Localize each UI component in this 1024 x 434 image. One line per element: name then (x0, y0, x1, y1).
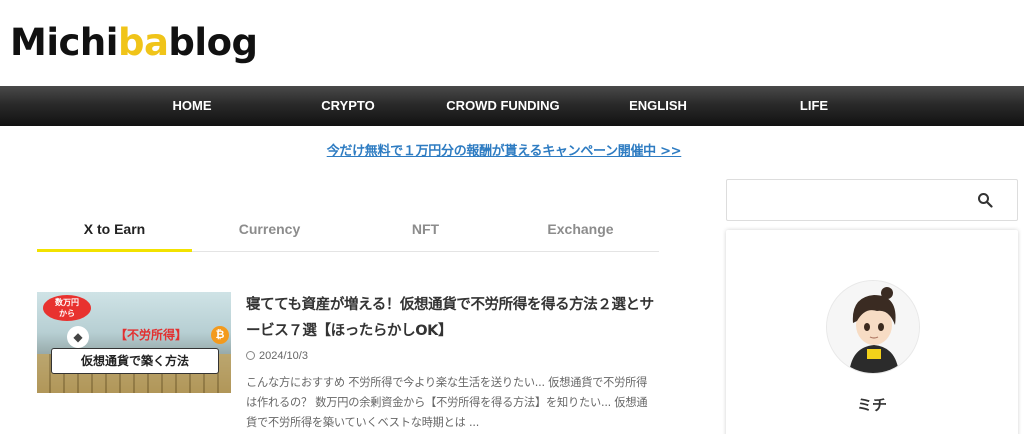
logo-text-accent: ba (117, 21, 169, 64)
logo-text-2: blog (168, 21, 258, 64)
nav-item-life[interactable]: LIFE (734, 86, 894, 126)
tab-exchange[interactable]: Exchange (503, 210, 658, 252)
search-input[interactable] (733, 186, 973, 214)
search-icon[interactable] (977, 192, 993, 208)
category-tabs: X to Earn Currency NFT Exchange (37, 210, 659, 252)
post-date: 2024/10/3 (246, 350, 308, 362)
logo-text-1: Michi (10, 21, 118, 64)
nav-item-english[interactable]: ENGLISH (578, 86, 738, 126)
tab-nft[interactable]: NFT (348, 210, 503, 252)
site-logo[interactable]: Michibablog (10, 24, 258, 61)
post-excerpt: こんな方におすすめ 不労所得で今より楽な生活を送りたい... 仮想通貨で不労所得… (246, 376, 648, 429)
post-title[interactable]: 寝てても資産が増える！仮想通貨で不労所得を得る方法２選とサービス７選【ほったらか… (246, 292, 656, 344)
ethereum-icon: ◆ (67, 326, 89, 348)
avatar-illustration (827, 281, 919, 373)
clock-icon (246, 351, 255, 360)
thumbnail-badge-text: 数万円 から (55, 298, 79, 318)
main-nav: HOME CRYPTO CROWD FUNDING ENGLISH LIFE (0, 86, 1024, 126)
thumbnail-subline: 仮想通貨で築く方法 (51, 348, 219, 374)
profile-name: ミチ (856, 396, 887, 414)
nav-item-home[interactable]: HOME (112, 86, 272, 126)
avatar (826, 280, 920, 374)
nav-item-crowd-funding[interactable]: CROWD FUNDING (423, 86, 583, 126)
thumbnail-badge: 数万円 から (43, 295, 91, 321)
campaign-link[interactable]: 今だけ無料で１万円分の報酬が貰えるキャンペーン開催中 >> (0, 140, 1008, 159)
post-thumbnail[interactable]: 数万円 から ◆ 【不労所得】 ₿ 仮想通貨で築く方法 (37, 292, 231, 393)
thumbnail-headline: 【不労所得】 (114, 328, 187, 342)
nav-item-crypto[interactable]: CRYPTO (268, 86, 428, 126)
search-box (726, 179, 1018, 221)
tab-currency[interactable]: Currency (192, 210, 347, 252)
post-date-text: 2024/10/3 (259, 350, 308, 362)
bitcoin-icon: ₿ (211, 326, 229, 344)
tab-x-to-earn[interactable]: X to Earn (37, 210, 192, 252)
